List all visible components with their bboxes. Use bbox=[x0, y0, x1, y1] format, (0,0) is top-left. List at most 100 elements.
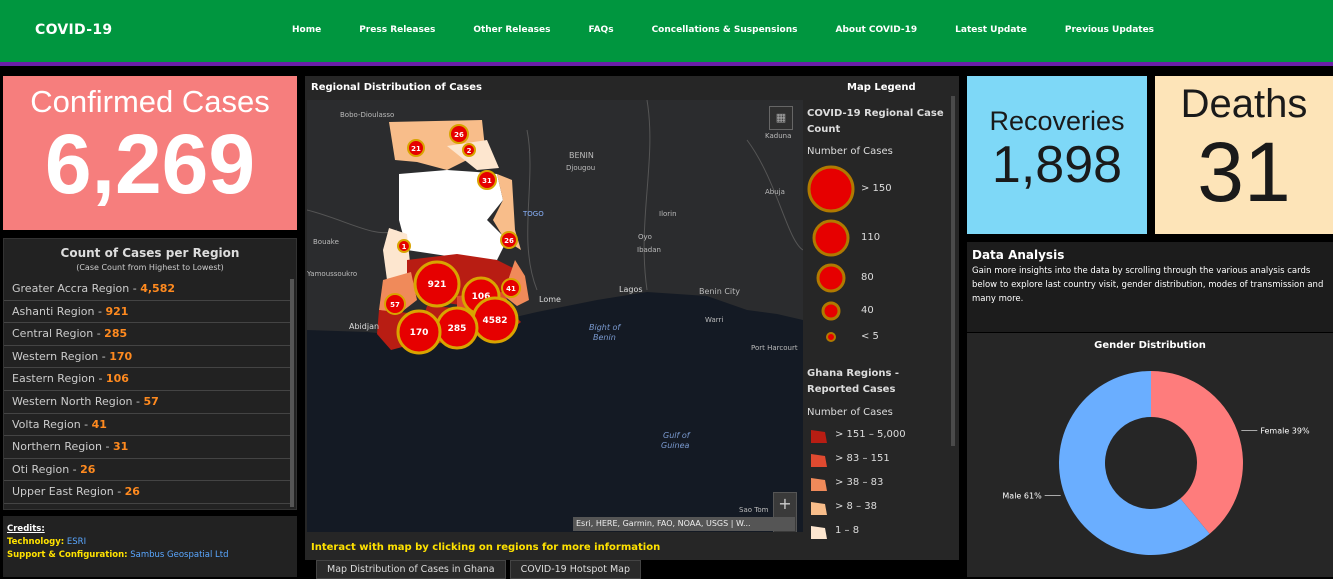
nav-faqs[interactable]: FAQs bbox=[588, 25, 613, 35]
region-case-count: 26 bbox=[124, 485, 140, 499]
confirmed-cases-label: Confirmed Cases bbox=[30, 84, 270, 119]
data-analysis-description: Gain more insights into the data by scro… bbox=[972, 266, 1324, 304]
legend-scrollbar[interactable] bbox=[951, 96, 955, 446]
credits-panel: Credits: Technology: ESRI Support & Conf… bbox=[3, 516, 297, 577]
country-borders bbox=[307, 100, 803, 291]
confirmed-cases-card: Confirmed Cases 6,269 bbox=[3, 76, 297, 230]
water-label: Gulf of bbox=[663, 431, 691, 440]
support-link[interactable]: Sambus Geospatial Ltd bbox=[130, 550, 228, 560]
region-list-item[interactable]: Eastern Region - 106 bbox=[4, 368, 290, 391]
map-panel: Regional Distribution of Cases Bobo-Diou… bbox=[305, 76, 959, 560]
nav-latest-update[interactable]: Latest Update bbox=[955, 25, 1027, 35]
region-bono[interactable] bbox=[383, 228, 411, 280]
place-label: Abidjan bbox=[349, 322, 379, 331]
map-legend: Map Legend COVID-19 Regional Case Count … bbox=[805, 76, 955, 560]
brand-title[interactable]: COVID-19 bbox=[35, 22, 112, 38]
nav-concellations[interactable]: Concellations & Suspensions bbox=[652, 25, 798, 35]
map-title: Regional Distribution of Cases bbox=[311, 82, 482, 93]
gender-distribution-card: Gender Distribution Female 39% Male 61% bbox=[967, 333, 1333, 577]
place-label: BENIN bbox=[569, 151, 594, 160]
region-list-item[interactable]: Oti Region - 26 bbox=[4, 459, 290, 482]
region-name: Oti Region - bbox=[12, 462, 81, 476]
place-label: Ilorin bbox=[659, 210, 677, 218]
donut-slice-label: Female 39% bbox=[1260, 426, 1310, 435]
tab-map-distribution[interactable]: Map Distribution of Cases in Ghana bbox=[316, 560, 506, 579]
nav-other-releases[interactable]: Other Releases bbox=[473, 25, 550, 35]
legend-circle bbox=[816, 263, 846, 293]
map-tabs: Map Distribution of Cases in Ghana COVID… bbox=[316, 560, 645, 579]
case-cluster-label: 2 bbox=[467, 147, 472, 155]
legend-circle bbox=[812, 219, 850, 257]
region-list-item[interactable]: Western North Region - 57 bbox=[4, 391, 290, 414]
recoveries-card: Recoveries 1,898 bbox=[967, 76, 1147, 234]
region-list-scrollbar[interactable] bbox=[290, 279, 294, 507]
case-cluster-label: 41 bbox=[506, 285, 516, 293]
case-cluster-label: 26 bbox=[454, 131, 464, 139]
legend-circle-label: 40 bbox=[861, 305, 874, 316]
legend-circle-label: > 150 bbox=[861, 183, 892, 194]
legend-layer2-title: Ghana Regions - Reported Cases bbox=[807, 368, 900, 395]
region-list-item[interactable]: Ashanti Region - 921 bbox=[4, 301, 290, 324]
case-cluster-label: 57 bbox=[390, 301, 400, 309]
region-case-count: 57 bbox=[143, 394, 159, 408]
region-case-count: 106 bbox=[105, 372, 129, 386]
case-cluster-label: 285 bbox=[448, 324, 467, 334]
legend-class-label: > 151 – 5,000 bbox=[835, 429, 906, 440]
tab-hotspot-map[interactable]: COVID-19 Hotspot Map bbox=[509, 560, 642, 579]
data-analysis-title: Data Analysis bbox=[972, 248, 1065, 262]
map-view[interactable]: Bobo-Dioulasso BENIN Djougou TOGO Kaduna… bbox=[307, 100, 803, 532]
legend-circle-label: 80 bbox=[861, 272, 874, 283]
deaths-label: Deaths bbox=[1180, 82, 1308, 126]
top-navigation-bar: COVID-19 Home Press Releases Other Relea… bbox=[0, 0, 1333, 62]
map-canvas[interactable]: Bobo-Dioulasso BENIN Djougou TOGO Kaduna… bbox=[307, 100, 803, 532]
confirmed-cases-value: 6,269 bbox=[44, 117, 256, 211]
case-cluster-label: 21 bbox=[411, 145, 421, 153]
recoveries-value: 1,898 bbox=[991, 136, 1123, 194]
case-cluster-label: 170 bbox=[410, 328, 429, 338]
zoom-in-button[interactable]: + bbox=[774, 493, 796, 517]
region-name: Western Region - bbox=[12, 349, 110, 363]
place-label: Djougou bbox=[566, 164, 595, 172]
region-name: Upper East Region - bbox=[12, 485, 125, 499]
region-list-subtitle: (Case Count from Highest to Lowest) bbox=[76, 263, 224, 272]
region-name: Greater Accra Region - bbox=[12, 282, 141, 295]
region-list-item[interactable]: Volta Region - 41 bbox=[4, 414, 290, 437]
technology-link[interactable]: ESRI bbox=[67, 537, 86, 547]
map-instruction: Interact with map by clicking on regions… bbox=[311, 542, 661, 553]
place-label: Bobo-Dioulasso bbox=[340, 111, 394, 119]
legend-class-swatch bbox=[811, 478, 827, 491]
qr-code-icon[interactable]: ▦ bbox=[769, 106, 793, 130]
deaths-value: 31 bbox=[1197, 125, 1291, 219]
region-list-item[interactable]: Western Region - 170 bbox=[4, 346, 290, 369]
nav-menu: Home Press Releases Other Releases FAQs … bbox=[292, 25, 1192, 35]
region-items: Greater Accra Region - 4,582 Ashanti Regi… bbox=[4, 278, 296, 504]
region-list-title: Count of Cases per Region bbox=[60, 246, 240, 260]
legend-class-swatch bbox=[811, 526, 827, 539]
case-cluster-label: 1 bbox=[402, 243, 407, 251]
legend-class-swatch bbox=[811, 454, 827, 467]
water-label: Benin bbox=[593, 333, 616, 342]
region-case-count: 31 bbox=[112, 440, 129, 454]
region-list-item[interactable]: Northern Region - 31 bbox=[4, 436, 290, 459]
data-analysis-panel: Data Analysis Gain more insights into th… bbox=[967, 242, 1333, 332]
support-label: Support & Configuration: bbox=[7, 550, 128, 560]
region-list-item[interactable]: Upper East Region - 26 bbox=[4, 481, 290, 504]
legend-class-label: > 38 – 83 bbox=[835, 477, 884, 488]
region-list-item[interactable]: Greater Accra Region - 4,582 bbox=[4, 278, 290, 301]
nav-about-covid[interactable]: About COVID-19 bbox=[835, 25, 917, 35]
region-case-count: 26 bbox=[80, 462, 96, 476]
header-stripe bbox=[0, 62, 1333, 66]
map-attribution: Esri, HERE, Garmin, FAO, NOAA, USGS | W.… bbox=[573, 517, 795, 531]
case-cluster-label: 921 bbox=[428, 280, 447, 290]
legend-circle bbox=[807, 165, 855, 213]
region-list-item[interactable]: Central Region - 285 bbox=[4, 323, 290, 346]
nav-home[interactable]: Home bbox=[292, 25, 321, 35]
gender-donut-chart[interactable]: Female 39% Male 61% bbox=[967, 333, 1333, 577]
recoveries-label: Recoveries bbox=[989, 106, 1125, 136]
water-label: Guinea bbox=[661, 441, 689, 450]
nav-previous-updates[interactable]: Previous Updates bbox=[1065, 25, 1154, 35]
region-case-count: 170 bbox=[109, 349, 133, 363]
nav-press-releases[interactable]: Press Releases bbox=[359, 25, 435, 35]
place-label: Yamoussoukro bbox=[307, 270, 357, 278]
region-name: Western North Region - bbox=[12, 394, 144, 408]
